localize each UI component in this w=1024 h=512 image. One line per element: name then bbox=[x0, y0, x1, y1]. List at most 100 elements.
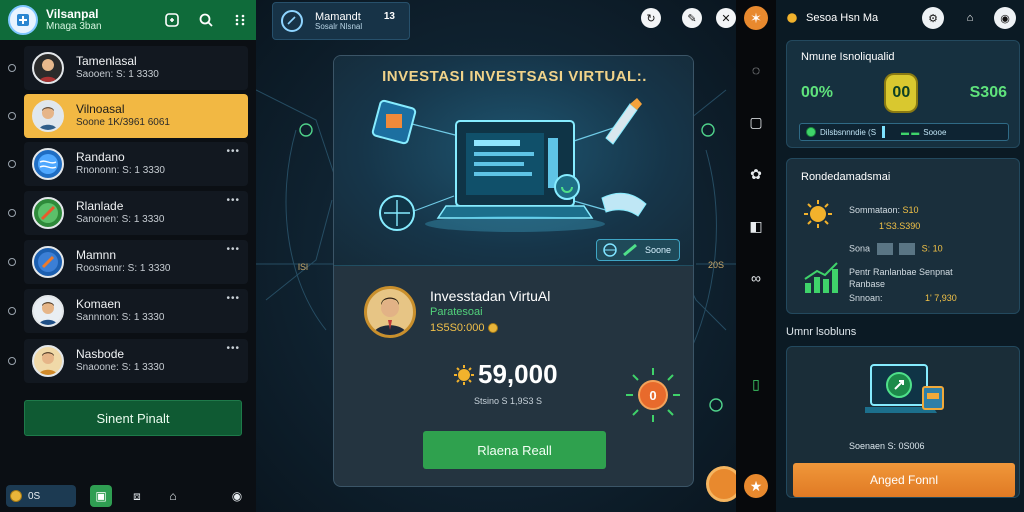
profile-icon[interactable]: ◉ bbox=[994, 7, 1016, 29]
balance-subtext: Stsino S 1,9S3 S bbox=[474, 396, 543, 406]
rec-line-1-label: Sommataon: bbox=[849, 205, 903, 215]
chat-preview: Saooen: S: 1 3330 bbox=[76, 69, 159, 81]
grid-menu-icon[interactable] bbox=[232, 12, 248, 28]
radio-dot[interactable] bbox=[8, 258, 16, 266]
stat-center: 00 bbox=[884, 73, 919, 113]
chat-name: Nasbode bbox=[76, 347, 125, 362]
profile-avatar bbox=[364, 286, 416, 338]
edit-icon[interactable]: ✎ bbox=[682, 8, 702, 28]
recommendation-title: Rondedamadsmai bbox=[801, 171, 891, 183]
spark-icon[interactable]: ✶ bbox=[744, 6, 768, 30]
app-subtitle: Mnaga 3ban bbox=[46, 21, 102, 33]
app-logo-icon bbox=[8, 5, 38, 35]
star-icon[interactable]: ★ bbox=[744, 474, 768, 498]
add-chat-icon[interactable] bbox=[164, 12, 180, 28]
settings-icon[interactable]: ⚙ bbox=[922, 7, 944, 29]
bar-dots: ▬ ▬ bbox=[901, 127, 920, 137]
battery-icon[interactable]: ▯ bbox=[744, 372, 768, 396]
balance-pill[interactable]: 0S bbox=[6, 485, 76, 507]
laptop-growth-icon bbox=[865, 364, 944, 413]
rec-line-3b: Ranbase bbox=[849, 279, 886, 289]
chat-preview: Rnononn: S: 1 3330 bbox=[76, 165, 165, 177]
chat-icon[interactable]: ▣ bbox=[90, 485, 112, 507]
rec-line-2-label: Sona bbox=[849, 243, 871, 254]
chat-item[interactable]: Komaen Sannnon: S: 1 3330 ••• bbox=[4, 289, 248, 333]
profile-subtitle: Paratesoai bbox=[430, 306, 483, 318]
chat-item[interactable]: Tamenlasal Saooen: S: 1 3330 bbox=[4, 46, 248, 90]
rec-line-1b: 1'S3.S390 bbox=[879, 221, 921, 231]
more-icon[interactable]: ••• bbox=[226, 195, 240, 206]
gauge-value: 0 bbox=[649, 388, 656, 403]
chat-bubble-icon[interactable]: ◌ bbox=[744, 58, 768, 82]
avatar bbox=[32, 345, 64, 377]
stat-right: S306 bbox=[969, 84, 1007, 101]
profile-icon[interactable]: ◉ bbox=[226, 485, 248, 507]
side-label-right: 20S bbox=[708, 260, 725, 270]
avatar bbox=[32, 295, 64, 327]
stats-progress-bar[interactable]: Dilsbsnnndie (S ▬ ▬ Soooe bbox=[799, 123, 1009, 141]
icon-rail: ✶ ◌ ▢ ✿ ◧ ∞ ▯ ★ bbox=[736, 0, 776, 512]
app-title: Vilsanpal bbox=[46, 6, 99, 21]
app-header: Vilsanpal Mnaga 3ban bbox=[0, 0, 256, 40]
radio-dot[interactable] bbox=[8, 357, 16, 365]
primary-action-button[interactable]: Rlaena Reall bbox=[423, 431, 606, 469]
globe-icon bbox=[603, 243, 617, 257]
bag-icon[interactable]: ⌂ bbox=[959, 7, 981, 29]
puzzle-icon[interactable]: ✿ bbox=[744, 162, 768, 186]
rec-line-4: Snnoan: 1' 7,930 bbox=[849, 293, 957, 303]
avatar bbox=[32, 52, 64, 84]
conversation-title: Mamandt bbox=[315, 10, 361, 23]
rec-line-3: Pentr Ranlanbae Senpnat bbox=[849, 267, 953, 277]
chat-item[interactable]: Rlanlade Sanonen: S: 1 3330 ••• bbox=[4, 191, 248, 235]
chat-name: Mamnn bbox=[76, 248, 117, 263]
sun-coin-icon bbox=[454, 364, 474, 385]
profile-amount: 1S5S0:000 bbox=[430, 322, 499, 334]
save-chip[interactable]: Soone bbox=[596, 239, 680, 261]
panel-title: INVESTASI INVESTSASI VIRTUAL:. bbox=[382, 68, 647, 85]
left-footer: 0S ▣ ⧈ ⌂ ◉ bbox=[0, 480, 256, 512]
radio-dot[interactable] bbox=[8, 160, 16, 168]
chat-item-active[interactable]: Vilnoasal Soone 1K/3961 6061 bbox=[4, 94, 248, 138]
radio-dot[interactable] bbox=[8, 64, 16, 72]
conversation-title-bar[interactable]: Mamandt Sosalr Nlsnal 13 bbox=[272, 2, 410, 40]
chat-item[interactable]: Mamnn Roosmanr: S: 1 3330 ••• bbox=[4, 240, 248, 284]
promo-caption: Soenaen S: 0S006 bbox=[849, 441, 925, 451]
chat-preview: Sanonen: S: 1 3330 bbox=[76, 214, 165, 226]
bag-icon[interactable]: ◧ bbox=[744, 214, 768, 238]
coin-icon bbox=[10, 490, 22, 502]
stats-card: Nmune Isnoliqualid 00% 00 S306 Dilsbsnnn… bbox=[786, 40, 1020, 148]
chart-up-icon bbox=[804, 262, 838, 293]
stats-card-title: Nmune Isnoliqualid bbox=[801, 51, 895, 63]
radio-dot[interactable] bbox=[8, 112, 16, 120]
gauge-icon: 0 bbox=[624, 366, 682, 424]
chat-item[interactable]: Randano Rnononn: S: 1 3330 ••• bbox=[4, 142, 248, 186]
more-icon[interactable]: ••• bbox=[226, 146, 240, 157]
radio-dot[interactable] bbox=[8, 209, 16, 217]
chat-preview: Roosmanr: S: 1 3330 bbox=[76, 263, 171, 275]
calendar-icon[interactable]: ▢ bbox=[744, 110, 768, 134]
more-icon[interactable]: ••• bbox=[226, 343, 240, 354]
globe-avatar bbox=[32, 148, 64, 180]
more-icon[interactable]: ••• bbox=[226, 293, 240, 304]
media-icon[interactable]: ⧈ bbox=[126, 485, 148, 507]
stats-bar-right: Soooe bbox=[923, 127, 947, 137]
status-dot-icon bbox=[806, 127, 816, 137]
more-icon[interactable]: ••• bbox=[226, 244, 240, 255]
rec-line-4-label: Snnoan: bbox=[849, 293, 883, 303]
radio-dot[interactable] bbox=[8, 307, 16, 315]
rec-line-1-value: S10 bbox=[902, 205, 919, 215]
profile-name: Invesstadan VirtuAl bbox=[430, 288, 551, 304]
chat-preview: Sannnon: S: 1 3330 bbox=[76, 312, 165, 324]
chat-name: Rlanlade bbox=[76, 199, 124, 214]
chat-item[interactable]: Nasbode Snaoone: S: 1 3330 ••• bbox=[4, 339, 248, 383]
tools-icon[interactable]: ✕ bbox=[716, 8, 736, 28]
home-icon[interactable]: ⌂ bbox=[162, 485, 184, 507]
conversation-subtitle: Sosalr Nlsnal bbox=[315, 21, 363, 31]
link-icon[interactable]: ∞ bbox=[744, 266, 768, 290]
promo-card: Soenaen S: 0S006 Anged Fonnl bbox=[786, 346, 1020, 498]
section-title: Umnr lsobluns bbox=[786, 326, 857, 338]
search-icon[interactable] bbox=[198, 12, 214, 28]
invest-button[interactable]: Sinent Pinalt bbox=[24, 400, 242, 436]
promo-button[interactable]: Anged Fonnl bbox=[793, 463, 1015, 497]
refresh-icon[interactable]: ↻ bbox=[641, 8, 661, 28]
